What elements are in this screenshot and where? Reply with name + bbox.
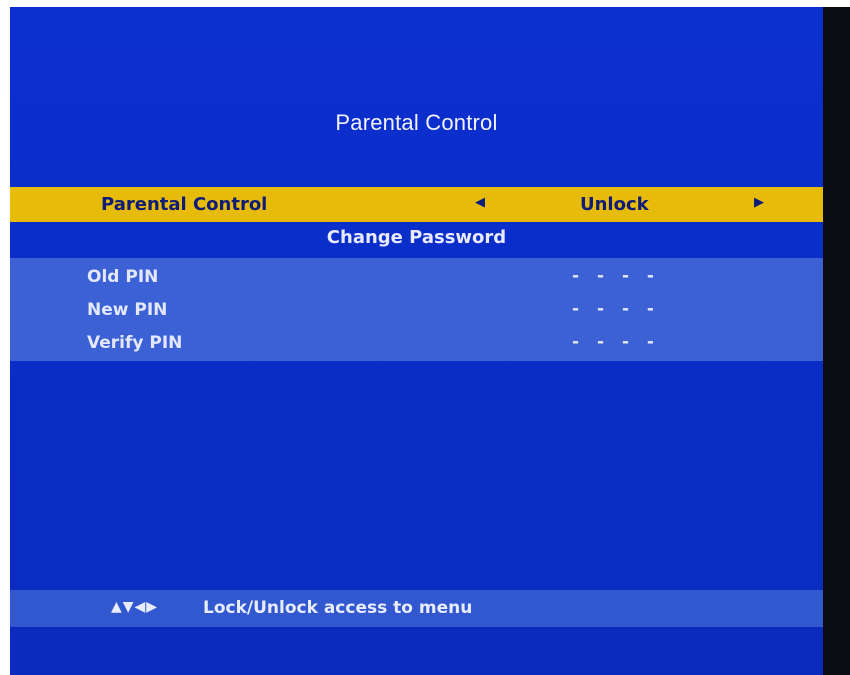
parental-control-option-row[interactable]: Parental Control ◀ Unlock ▶ xyxy=(10,187,823,222)
parental-control-label: Parental Control xyxy=(101,194,268,215)
screen-edge xyxy=(823,7,850,675)
hint-text: Lock/Unlock access to menu xyxy=(203,598,473,618)
new-pin-label: New PIN xyxy=(87,300,168,320)
old-pin-label: Old PIN xyxy=(87,267,159,287)
verify-pin-label: Verify PIN xyxy=(87,333,183,353)
verify-pin-row[interactable]: Verify PIN - - - - xyxy=(10,326,823,360)
change-password-header: Change Password xyxy=(326,227,507,248)
old-pin-row[interactable]: Old PIN - - - - xyxy=(10,260,823,294)
left-arrow-icon[interactable]: ◀ xyxy=(475,195,485,210)
old-pin-field[interactable]: - - - - xyxy=(572,266,660,286)
hint-bar: ▲▼◀▶ Lock/Unlock access to menu xyxy=(10,590,823,627)
navigation-arrows-icon: ▲▼◀▶ xyxy=(111,599,159,615)
new-pin-row[interactable]: New PIN - - - - xyxy=(10,293,823,327)
tv-frame: Parental Control Parental Control ◀ Unlo… xyxy=(0,0,850,675)
osd-screen: Parental Control Parental Control ◀ Unlo… xyxy=(10,7,823,675)
new-pin-field[interactable]: - - - - xyxy=(572,299,660,319)
page-title: Parental Control xyxy=(335,110,498,135)
verify-pin-field[interactable]: - - - - xyxy=(572,332,660,352)
pin-panel: Old PIN - - - - New PIN - - - - Verify P… xyxy=(10,258,823,361)
parental-control-value: Unlock xyxy=(580,194,649,215)
right-arrow-icon[interactable]: ▶ xyxy=(754,195,764,210)
